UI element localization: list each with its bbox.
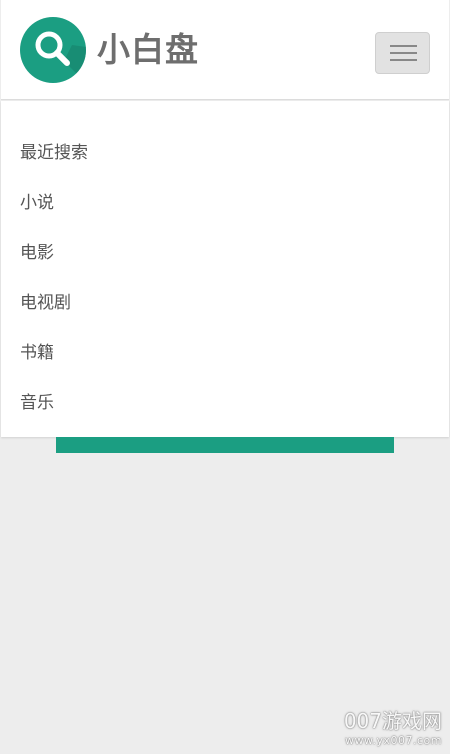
search-bar-edge	[56, 437, 394, 453]
menu-item-movie[interactable]: 电影	[20, 242, 54, 264]
dropdown-menu: 最近搜索 小说 电影 电视剧 书籍 音乐	[1, 101, 449, 437]
menu-toggle-button[interactable]	[375, 32, 430, 74]
search-icon	[35, 31, 86, 83]
app-header: 小白盘	[1, 0, 449, 100]
watermark-url: www.yx007.com	[345, 734, 442, 747]
menu-item-novel[interactable]: 小说	[20, 192, 54, 214]
menu-item-recent-search[interactable]: 最近搜索	[20, 142, 88, 164]
menu-item-tv-series[interactable]: 电视剧	[20, 292, 71, 314]
watermark-text: 007游戏网	[343, 709, 442, 733]
watermark: 007游戏网 www.yx007.com	[344, 708, 442, 748]
menu-item-books[interactable]: 书籍	[20, 342, 54, 364]
menu-item-music[interactable]: 音乐	[20, 392, 54, 414]
app-title: 小白盘	[97, 30, 199, 69]
logo[interactable]	[20, 17, 86, 83]
